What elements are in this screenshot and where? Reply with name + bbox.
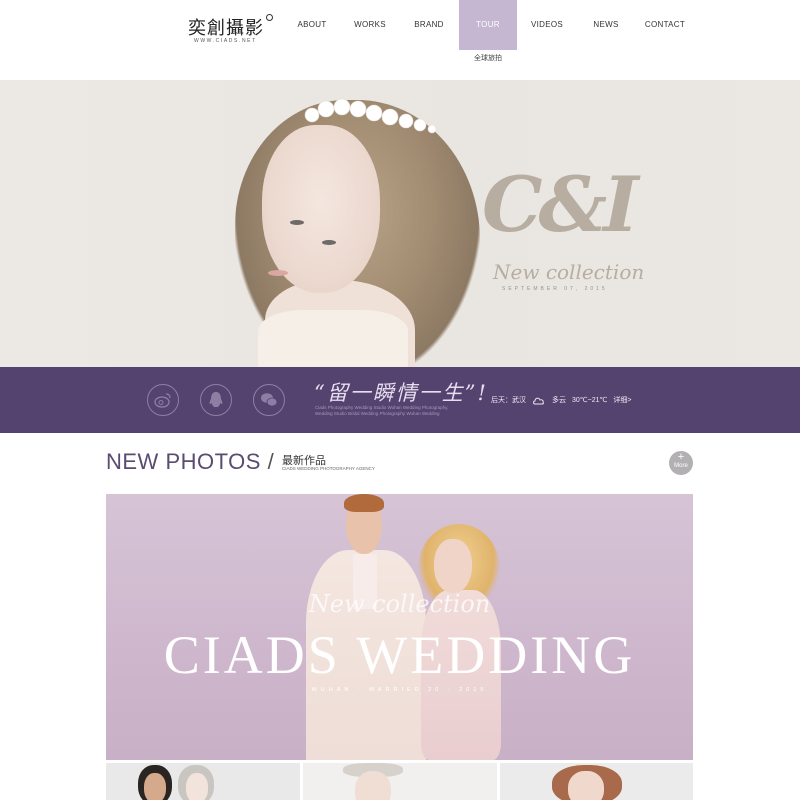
weibo-button[interactable] (147, 384, 179, 416)
thumbnail-2[interactable] (303, 763, 497, 800)
weather-temp: 30℃~21℃ (572, 397, 608, 404)
slogan-subtext: Ciads Photography Wedding Studio Wuhan W… (315, 405, 449, 416)
nav-videos[interactable]: VIDEOS (530, 0, 564, 50)
info-bar: “留一瞬情一生”! Ciads Photography Wedding Stud… (0, 367, 800, 433)
qq-icon (209, 392, 223, 407)
hero-model-dress (258, 310, 408, 367)
nav-works[interactable]: WORKS (353, 0, 387, 50)
hero-model-lips (268, 270, 288, 276)
weather-widget: 后天：武汉 多云 30℃~21℃ 详细> (491, 395, 631, 405)
hero-brand-logo: C&I (482, 160, 639, 249)
section-title: NEW PHOTOS / (106, 449, 274, 475)
nav-about[interactable]: ABOUT (296, 0, 328, 50)
hero-banner[interactable]: C&I New collection SEPTEMBER 07, 2015 (0, 80, 800, 367)
thumbnail-3[interactable] (500, 763, 693, 800)
banner-title: CIADS WEDDING (163, 625, 636, 685)
site-header: 奕創攝影 WWW.CIADS.NET ABOUT WORKS BRAND TOU… (0, 0, 800, 80)
cloud-icon (533, 397, 544, 405)
wechat-icon (261, 393, 278, 407)
thumb-1-face (144, 773, 166, 800)
bride-face (434, 539, 472, 593)
nav-news[interactable]: NEWS (592, 0, 620, 50)
nav-brand[interactable]: BRAND (412, 0, 446, 50)
hero-model-eye (322, 240, 336, 245)
section-title-text: NEW PHOTOS (106, 449, 261, 474)
thumb-2-face (355, 771, 391, 800)
weibo-icon (154, 393, 171, 408)
hero-collection-label: New collection (493, 260, 645, 284)
logo-url: WWW.CIADS.NET (194, 38, 257, 44)
nav-tour[interactable]: TOUR (459, 0, 517, 50)
slogan: “留一瞬情一生”! (314, 381, 488, 405)
more-label: More (674, 463, 688, 469)
weather-details-link[interactable]: 详细> (613, 395, 631, 405)
wechat-button[interactable] (253, 384, 285, 416)
weather-location: 后天：武汉 (491, 397, 526, 404)
hero-model-eye (290, 220, 304, 225)
logo-circle-icon (266, 14, 273, 21)
groom-hair (344, 494, 384, 512)
banner-subtitle: WUHAN · MARRIED 20 · 2015 (311, 687, 488, 693)
section-title-slash: / (267, 449, 275, 474)
more-button[interactable]: + More (669, 451, 693, 475)
hero-date: SEPTEMBER 07, 2015 (502, 286, 608, 292)
qq-button[interactable] (200, 384, 232, 416)
nav-tour-submenu[interactable]: 全球旅拍 (459, 53, 517, 63)
hero-model-face (262, 125, 380, 293)
lace-headband-icon (304, 98, 437, 134)
logo[interactable]: 奕創攝影 WWW.CIADS.NET (186, 12, 276, 46)
logo-text: 奕創攝影 (188, 18, 264, 39)
thumb-1-face-2 (186, 773, 208, 800)
thumb-3-face (568, 771, 604, 800)
plus-icon: + (677, 451, 685, 463)
section-subtitle: CIADS WEDDING PHOTOGRAPHY AGENCY (282, 466, 375, 471)
banner-script: New collection (308, 590, 491, 618)
featured-photo[interactable]: New collection CIADS WEDDING WUHAN · MAR… (106, 494, 693, 760)
nav-contact[interactable]: CONTACT (643, 0, 687, 50)
weather-condition: 多云 (552, 397, 566, 404)
thumbnail-1[interactable] (106, 763, 300, 800)
